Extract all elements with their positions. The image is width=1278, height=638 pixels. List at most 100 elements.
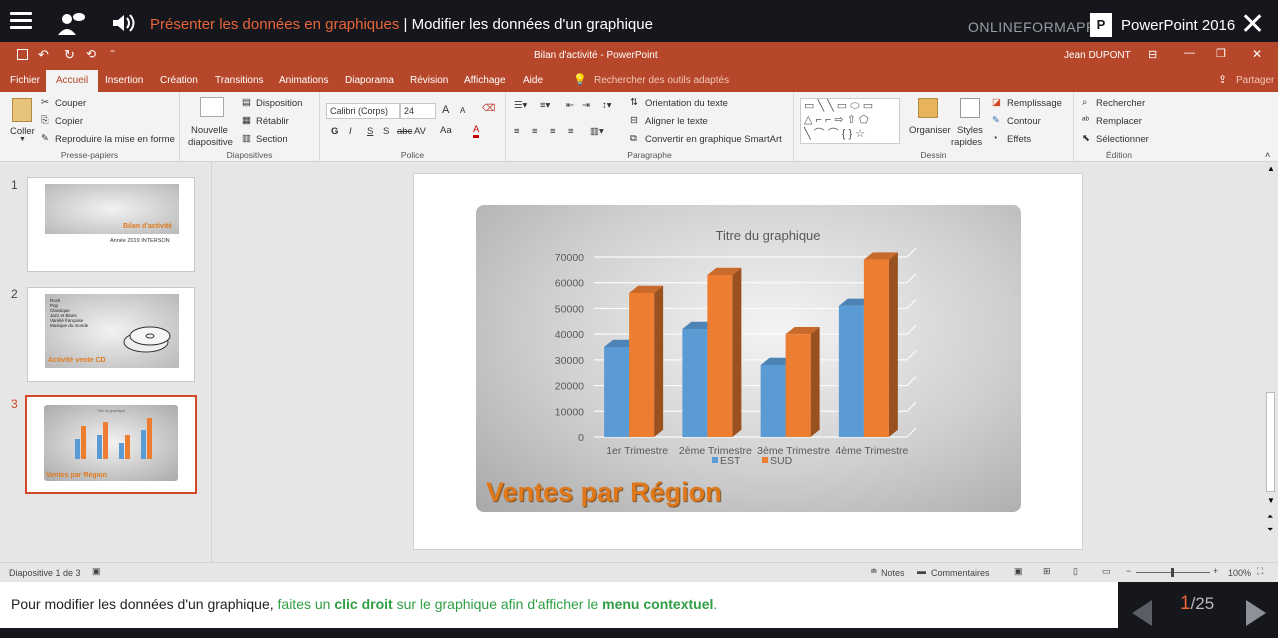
align-text-button[interactable]: Aligner le texte bbox=[645, 116, 708, 127]
cut-button[interactable]: Couper bbox=[55, 98, 86, 109]
tab-accueil[interactable]: Accueil bbox=[46, 70, 99, 92]
cut-icon[interactable]: ✂ bbox=[41, 97, 49, 108]
align-right-icon[interactable]: ≡ bbox=[550, 126, 556, 137]
grow-font-button[interactable]: A bbox=[442, 104, 449, 116]
copy-icon[interactable]: ⎘ bbox=[41, 115, 49, 126]
bar-chart[interactable]: Titre du graphique 0 10000 20000 30000 40000 5… bbox=[476, 205, 1021, 512]
italic-button[interactable]: I bbox=[349, 126, 352, 137]
smartart-icon[interactable]: ⧉ bbox=[630, 133, 637, 144]
slide-thumbnail-1[interactable]: Bilan d'activité Année 2019 INTERSON bbox=[27, 177, 195, 272]
decrease-indent-icon[interactable]: ⇤ bbox=[566, 100, 574, 111]
bold-button[interactable]: G bbox=[331, 126, 338, 137]
comments-icon[interactable]: ▬ bbox=[917, 566, 926, 576]
tab-affichage[interactable]: Affichage bbox=[464, 75, 506, 86]
comments-button[interactable]: Commentaires bbox=[931, 568, 990, 578]
increase-indent-icon[interactable]: ⇥ bbox=[582, 100, 590, 111]
tell-me-search[interactable]: Rechercher des outils adaptés bbox=[594, 75, 729, 86]
layout-button[interactable]: Disposition bbox=[256, 98, 302, 109]
tab-fichier[interactable]: Fichier bbox=[10, 75, 40, 86]
tab-creation[interactable]: Création bbox=[160, 75, 198, 86]
text-direction-button[interactable]: Orientation du texte bbox=[645, 98, 728, 109]
normal-view-icon[interactable]: ▣ bbox=[1014, 566, 1023, 577]
align-left-icon[interactable]: ≡ bbox=[514, 126, 520, 137]
change-case-button[interactable]: Aa bbox=[440, 125, 452, 136]
window-close-icon[interactable]: ✕ bbox=[1252, 47, 1262, 61]
font-size-select[interactable]: 24 bbox=[400, 103, 436, 119]
menu-icon[interactable] bbox=[10, 12, 32, 30]
smartart-button[interactable]: Convertir en graphique SmartArt bbox=[645, 134, 782, 145]
layout-icon[interactable]: ▤ bbox=[242, 97, 251, 108]
scroll-down-icon[interactable]: ▼ bbox=[1267, 496, 1275, 505]
restore-icon[interactable]: ❐ bbox=[1216, 47, 1226, 60]
shadow-button[interactable]: S bbox=[383, 126, 389, 137]
previous-page-icon[interactable] bbox=[1130, 590, 1154, 636]
notes-button[interactable]: Notes bbox=[881, 568, 905, 578]
redo-icon[interactable]: ↻ bbox=[64, 47, 75, 63]
zoom-level[interactable]: 100% bbox=[1228, 568, 1251, 578]
ribbon-display-icon[interactable]: ⊟ bbox=[1148, 48, 1157, 61]
shapes-gallery[interactable]: ▭ ╲ ╲ ▭ ⬭ ▭ △ ⌐ ⌐ ⇨ ⇧ ⬠ ╲ ⌒ ⌒ { } ☆ bbox=[800, 98, 900, 144]
align-text-icon[interactable]: ⊟ bbox=[630, 115, 638, 126]
reading-view-icon[interactable]: ▯ bbox=[1073, 566, 1078, 577]
replace-icon[interactable]: ᵃᵇ bbox=[1082, 115, 1089, 126]
tab-transitions[interactable]: Transitions bbox=[215, 75, 264, 86]
section-icon[interactable]: ▥ bbox=[242, 133, 251, 144]
fit-to-window-icon[interactable]: ⛶ bbox=[1257, 566, 1263, 577]
slide-title[interactable]: Ventes par Région bbox=[486, 477, 722, 508]
zoom-out-icon[interactable]: − bbox=[1126, 566, 1131, 576]
slide-thumbnail-3[interactable]: Titre du graphique Ventes par Région bbox=[25, 395, 197, 494]
shape-fill-button[interactable]: Remplissage bbox=[1007, 98, 1062, 109]
numbering-icon[interactable]: ≡▾ bbox=[540, 100, 550, 111]
notes-icon[interactable]: ≐ bbox=[870, 566, 878, 577]
new-slide-icon[interactable] bbox=[200, 97, 224, 117]
select-button[interactable]: Sélectionner bbox=[1096, 134, 1149, 145]
slide-thumbnail-2[interactable]: Rock Pop Classique Jazz et Blues Variété… bbox=[27, 287, 195, 382]
shape-outline-button[interactable]: Contour bbox=[1007, 116, 1041, 127]
scroll-thumb[interactable] bbox=[1266, 392, 1275, 492]
replace-button[interactable]: Remplacer bbox=[1096, 116, 1142, 127]
format-painter-icon[interactable]: ✎ bbox=[41, 133, 49, 144]
copy-button[interactable]: Copier bbox=[55, 116, 83, 127]
reset-icon[interactable]: ▦ bbox=[242, 115, 251, 126]
new-slide-button-line2[interactable]: diapositive bbox=[188, 137, 233, 148]
tab-insertion[interactable]: Insertion bbox=[105, 75, 143, 86]
share-button[interactable]: Partager bbox=[1236, 75, 1274, 86]
quick-styles-line1[interactable]: Styles bbox=[957, 125, 983, 136]
shape-fill-icon[interactable]: ◪ bbox=[992, 97, 1001, 108]
justify-icon[interactable]: ≡ bbox=[568, 126, 574, 137]
scroll-up-icon[interactable]: ▲ bbox=[1267, 164, 1275, 173]
font-color-button[interactable]: A bbox=[473, 125, 480, 138]
close-icon[interactable]: ✕ bbox=[1240, 10, 1265, 40]
line-spacing-icon[interactable]: ↕▾ bbox=[602, 100, 612, 111]
arrange-button[interactable]: Organiser bbox=[909, 125, 951, 136]
clear-format-icon[interactable]: ⌫ bbox=[482, 103, 495, 114]
shrink-font-button[interactable]: A bbox=[460, 106, 465, 115]
user-name[interactable]: Jean DUPONT bbox=[1064, 50, 1131, 61]
slide[interactable]: Titre du graphique 0 10000 20000 30000 40000 5… bbox=[413, 173, 1083, 550]
bullets-icon[interactable]: ☰▾ bbox=[514, 100, 527, 111]
reset-button[interactable]: Rétablir bbox=[256, 116, 289, 127]
presenter-icon[interactable] bbox=[56, 11, 86, 35]
vertical-scrollbar[interactable]: ▲ ▼ ⏶ ⏷ bbox=[1263, 162, 1278, 562]
font-name-select[interactable]: Calibri (Corps) bbox=[326, 103, 400, 119]
tab-aide[interactable]: Aide bbox=[523, 75, 543, 86]
audio-icon[interactable] bbox=[110, 12, 138, 34]
select-icon[interactable]: ⬉ bbox=[1082, 133, 1090, 144]
arrange-icon[interactable] bbox=[918, 98, 938, 118]
char-spacing-button[interactable]: AV bbox=[414, 126, 426, 137]
start-slideshow-icon[interactable]: ⟲ bbox=[86, 47, 96, 61]
underline-button[interactable]: S bbox=[367, 126, 373, 137]
shape-effects-button[interactable]: Effets bbox=[1007, 134, 1031, 145]
paste-dropdown-icon[interactable]: ▼ bbox=[19, 136, 26, 143]
shape-outline-icon[interactable]: ✎ bbox=[992, 115, 1000, 126]
customize-qat-icon[interactable]: ⁼ bbox=[110, 48, 115, 59]
tab-diaporama[interactable]: Diaporama bbox=[345, 75, 394, 86]
new-slide-button-line1[interactable]: Nouvelle bbox=[191, 125, 228, 136]
format-painter-button[interactable]: Reproduire la mise en forme bbox=[55, 134, 175, 145]
find-button[interactable]: Rechercher bbox=[1096, 98, 1145, 109]
section-button[interactable]: Section bbox=[256, 134, 288, 145]
share-icon[interactable]: ⇪ bbox=[1218, 73, 1227, 86]
zoom-slider-thumb[interactable] bbox=[1171, 568, 1174, 577]
zoom-in-icon[interactable]: + bbox=[1213, 566, 1218, 576]
shape-effects-icon[interactable]: ◔ bbox=[992, 133, 998, 144]
